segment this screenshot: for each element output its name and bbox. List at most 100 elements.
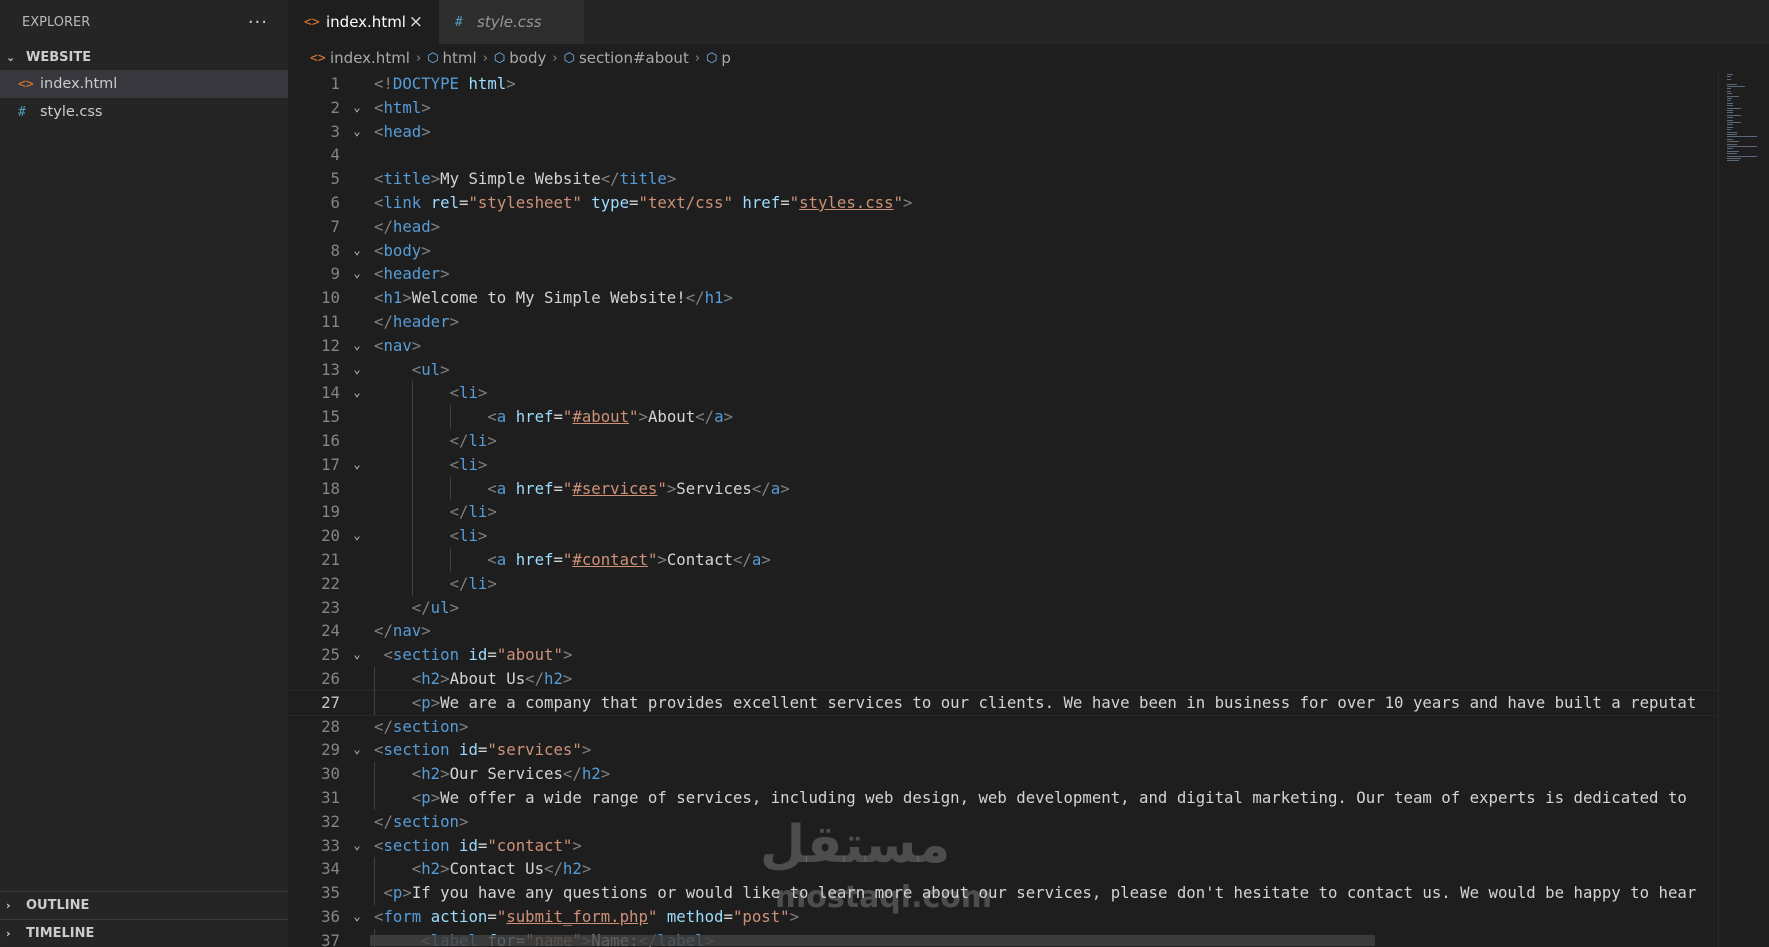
code-line[interactable]: 35 <p>If you have any questions or would…	[288, 881, 1718, 905]
code-token: >	[440, 668, 450, 688]
code-line[interactable]: 5 <title>My Simple Website</title>	[288, 167, 1718, 191]
code-line[interactable]: 9 ⌄ <header>	[288, 262, 1718, 286]
minimap-line	[1727, 143, 1737, 145]
code-line[interactable]: 24 </nav>	[288, 619, 1718, 643]
horizontal-scrollbar[interactable]	[370, 935, 1375, 946]
code-line[interactable]: 20 ⌄ <li>	[288, 524, 1718, 548]
outline-section[interactable]: › OUTLINE	[0, 891, 288, 918]
ellipsis-icon[interactable]: ···	[248, 12, 268, 33]
fold-chevron-icon[interactable]: ⌄	[340, 738, 374, 762]
fold-chevron-icon[interactable]: ⌄	[340, 96, 374, 120]
code-token: We offer a wide range of services, inclu…	[440, 787, 1697, 807]
code-line[interactable]: 17 ⌄ <li>	[288, 453, 1718, 477]
code-line[interactable]: 27 <p>We are a company that provides exc…	[288, 689, 1718, 716]
breadcrumb-item[interactable]: section#about	[579, 49, 689, 67]
code-line[interactable]: 18 <a href="#services">Services</a>	[288, 477, 1718, 501]
breadcrumb-item[interactable]: index.html	[330, 49, 410, 67]
code-token: </	[600, 169, 620, 189]
minimap-line	[1727, 122, 1741, 123]
code-token: html	[383, 97, 422, 117]
code-token: nav	[383, 335, 412, 355]
code-token: "text/css"	[638, 192, 743, 212]
line-number: 27	[321, 692, 340, 712]
code-line[interactable]: 28 </section>	[288, 715, 1718, 739]
code-line[interactable]: 6 <link rel="stylesheet" type="text/css" …	[288, 191, 1718, 215]
minimap-line	[1727, 146, 1757, 147]
fold-gutter	[340, 215, 374, 239]
code-line[interactable]: 8 ⌄ <body>	[288, 239, 1718, 263]
code-token: "services"	[487, 740, 582, 760]
timeline-section[interactable]: › TIMELINE	[0, 919, 288, 946]
code-token: submit_form.php	[506, 906, 648, 926]
code-line[interactable]: 3 ⌄ <head>	[288, 120, 1718, 144]
code-line[interactable]: 23 </ul>	[288, 596, 1718, 620]
code-token: =	[553, 549, 563, 569]
folder-website[interactable]: ⌄ WEBSITE	[0, 44, 288, 70]
code-token: </	[374, 716, 393, 736]
fold-chevron-icon[interactable]: ⌄	[340, 643, 374, 667]
file-index-html[interactable]: <> index.html	[0, 70, 288, 98]
tab-index-html[interactable]: <> index.html ×	[288, 0, 439, 44]
code-line[interactable]: 4	[288, 143, 1718, 167]
minimap-line	[1727, 90, 1731, 92]
breadcrumb-item[interactable]: html	[443, 49, 477, 67]
fold-chevron-icon[interactable]: ⌄	[340, 905, 374, 929]
fold-gutter	[340, 572, 374, 596]
code-line[interactable]: 30 <h2>Our Services</h2>	[288, 762, 1718, 786]
code-line[interactable]: 29 ⌄ <section id="services">	[288, 738, 1718, 762]
fold-chevron-icon[interactable]: ⌄	[340, 834, 374, 858]
code-line[interactable]: 22 </li>	[288, 572, 1718, 596]
code-line[interactable]: 2 ⌄ <html>	[288, 96, 1718, 120]
fold-chevron-icon[interactable]: ⌄	[340, 120, 374, 144]
tab-label: index.html	[326, 13, 406, 31]
fold-chevron-icon[interactable]: ⌄	[340, 524, 374, 548]
code-line[interactable]: 36 ⌄ <form action="submit_form.php" method…	[288, 905, 1718, 929]
fold-gutter	[340, 786, 374, 810]
file-style-css[interactable]: # style.css	[0, 98, 288, 126]
code-line[interactable]: 19 </li>	[288, 500, 1718, 524]
code-text: <section id="services">	[374, 738, 591, 762]
code-line[interactable]: 15 <a href="#about">About</a>	[288, 405, 1718, 429]
code-editor[interactable]: 1 <!DOCTYPE html> 2 ⌄ <html> 3 ⌄ <head> 4 5 <title…	[288, 72, 1718, 947]
code-line[interactable]: 34 <h2>Contact Us</h2>	[288, 857, 1718, 881]
fold-chevron-icon[interactable]: ⌄	[340, 453, 374, 477]
breadcrumb-item[interactable]: p	[721, 49, 731, 67]
code-line[interactable]: 16 </li>	[288, 429, 1718, 453]
fold-gutter	[340, 619, 374, 643]
minimap-line	[1727, 160, 1739, 162]
tab-style-css[interactable]: # style.css	[439, 0, 584, 44]
fold-chevron-icon[interactable]: ⌄	[340, 381, 374, 405]
code-line[interactable]: 25 ⌄ <section id="about">	[288, 643, 1718, 667]
fold-chevron-icon[interactable]: ⌄	[340, 262, 374, 286]
code-line[interactable]: 7 </head>	[288, 215, 1718, 239]
code-token: Welcome to My Simple Website!	[411, 288, 686, 308]
code-line[interactable]: 21 <a href="#contact">Contact</a>	[288, 548, 1718, 572]
code-line[interactable]: 32 </section>	[288, 810, 1718, 834]
close-icon[interactable]: ×	[409, 12, 423, 32]
line-number: 16	[321, 430, 340, 450]
code-line[interactable]: 10 <h1>Welcome to My Simple Website!</h1>	[288, 286, 1718, 310]
code-token: title	[619, 169, 667, 189]
code-token: href	[515, 478, 554, 498]
line-number: 10	[321, 288, 340, 308]
code-line[interactable]: 13 ⌄ <ul>	[288, 358, 1718, 382]
code-line[interactable]: 31 <p>We offer a wide range of services,…	[288, 786, 1718, 810]
code-line[interactable]: 1 <!DOCTYPE html>	[288, 72, 1718, 96]
minimap[interactable]	[1718, 72, 1769, 947]
code-token: Contact	[666, 549, 733, 569]
code-token: <	[411, 359, 422, 379]
code-text: <h2>About Us</h2>	[374, 667, 573, 691]
fold-chevron-icon[interactable]: ⌄	[340, 239, 374, 263]
code-line[interactable]: 11 </header>	[288, 310, 1718, 334]
fold-chevron-icon[interactable]: ⌄	[340, 358, 374, 382]
fold-chevron-icon[interactable]: ⌄	[340, 334, 374, 358]
chevron-right-icon: ›	[6, 898, 11, 912]
code-line[interactable]: 26 <h2>About Us</h2>	[288, 667, 1718, 691]
code-line[interactable]: 33 ⌄ <section id="contact">	[288, 834, 1718, 858]
breadcrumb-item[interactable]: body	[509, 49, 546, 67]
tab-label: style.css	[477, 13, 542, 31]
code-line[interactable]: 12 ⌄ <nav>	[288, 334, 1718, 358]
code-line[interactable]: 14 ⌄ <li>	[288, 381, 1718, 405]
fold-gutter	[340, 72, 374, 96]
code-token: "	[562, 407, 573, 427]
